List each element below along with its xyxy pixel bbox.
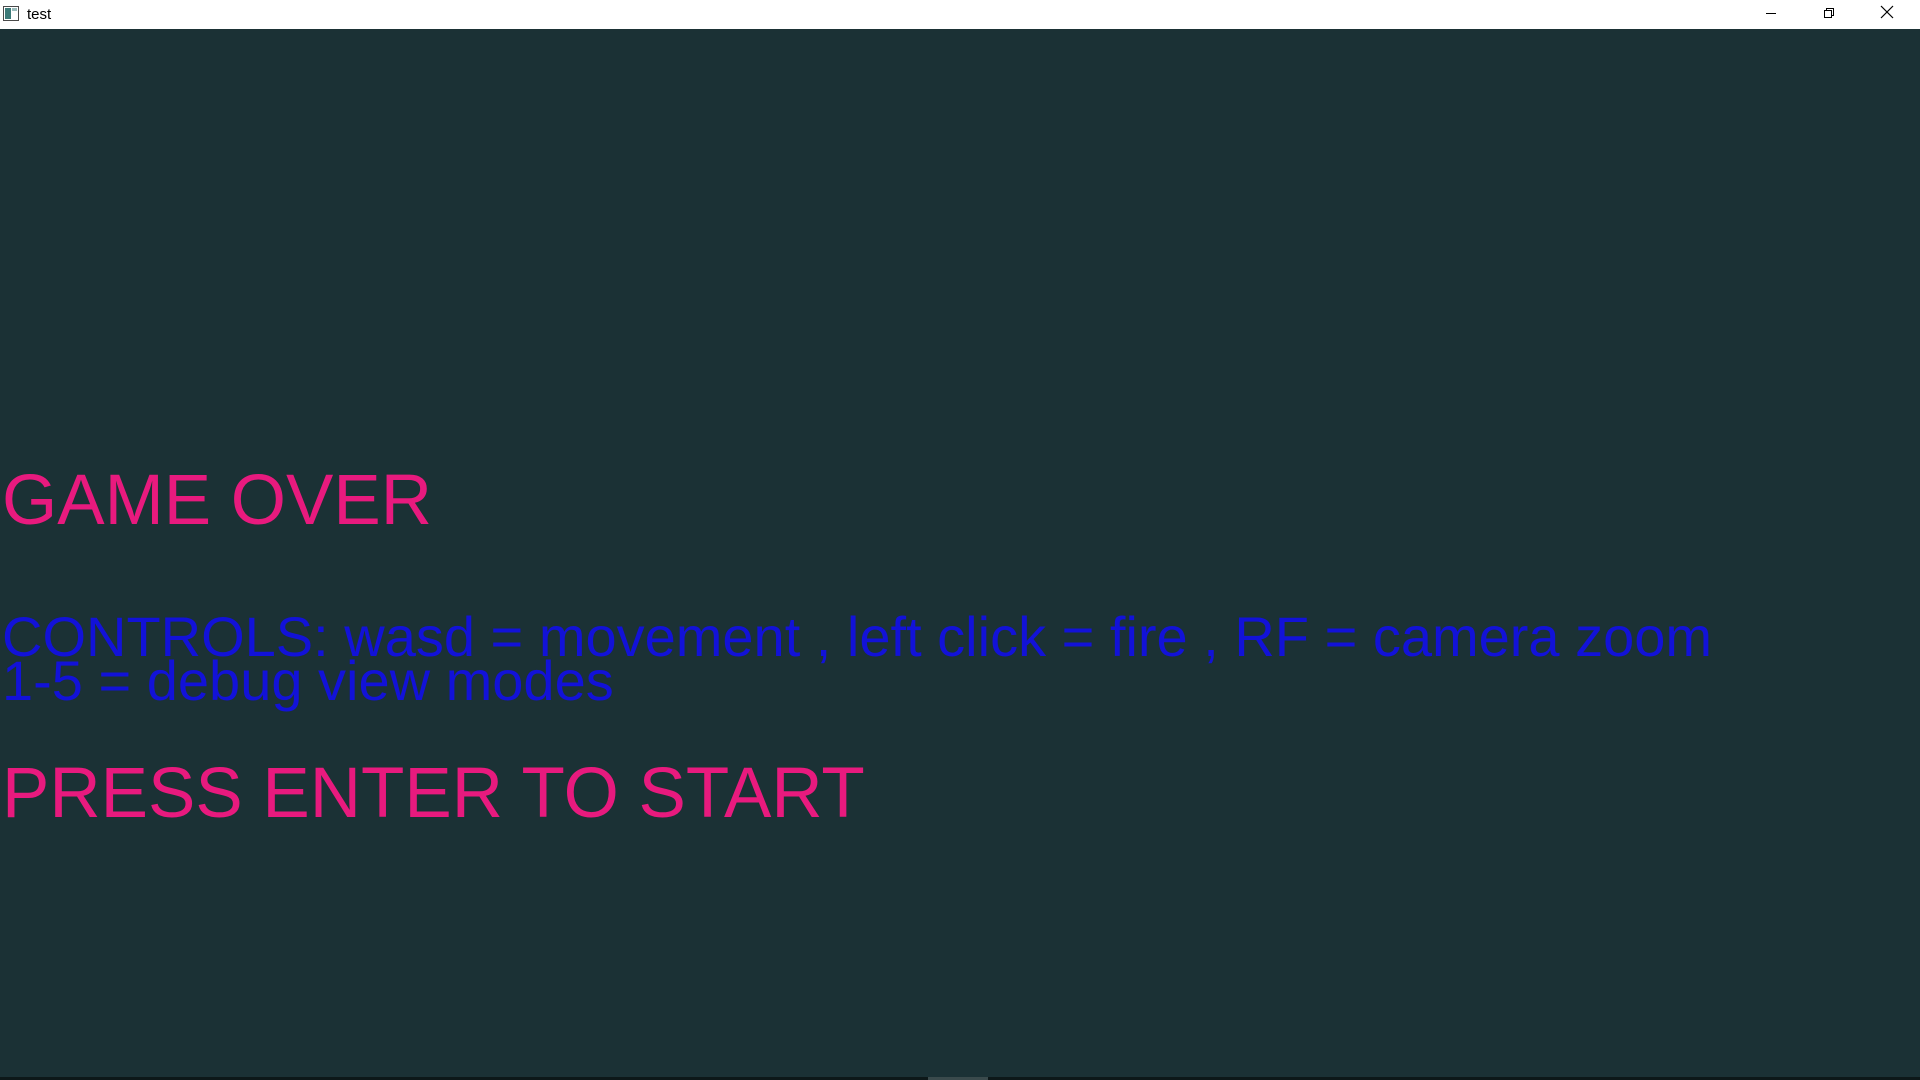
minimize-button[interactable]: [1742, 0, 1800, 29]
app-window-icon: [3, 6, 19, 21]
window-title: test: [27, 6, 52, 23]
press-enter-prompt: PRESS ENTER TO START: [2, 754, 865, 833]
restore-icon: [1823, 6, 1835, 24]
minimize-icon: [1765, 6, 1777, 24]
close-icon: [1880, 5, 1894, 24]
game-canvas[interactable]: [0, 29, 1920, 1077]
title-bar[interactable]: test: [0, 0, 1920, 29]
close-button[interactable]: [1858, 0, 1916, 29]
controls-instructions: CONTROLS: wasd = movement , left click =…: [2, 609, 1712, 709]
game-over-text: GAME OVER: [2, 461, 433, 540]
game-window: test GAME OVER CONTROLS: wasd = movement…: [0, 0, 1920, 1080]
restore-button[interactable]: [1800, 0, 1858, 29]
